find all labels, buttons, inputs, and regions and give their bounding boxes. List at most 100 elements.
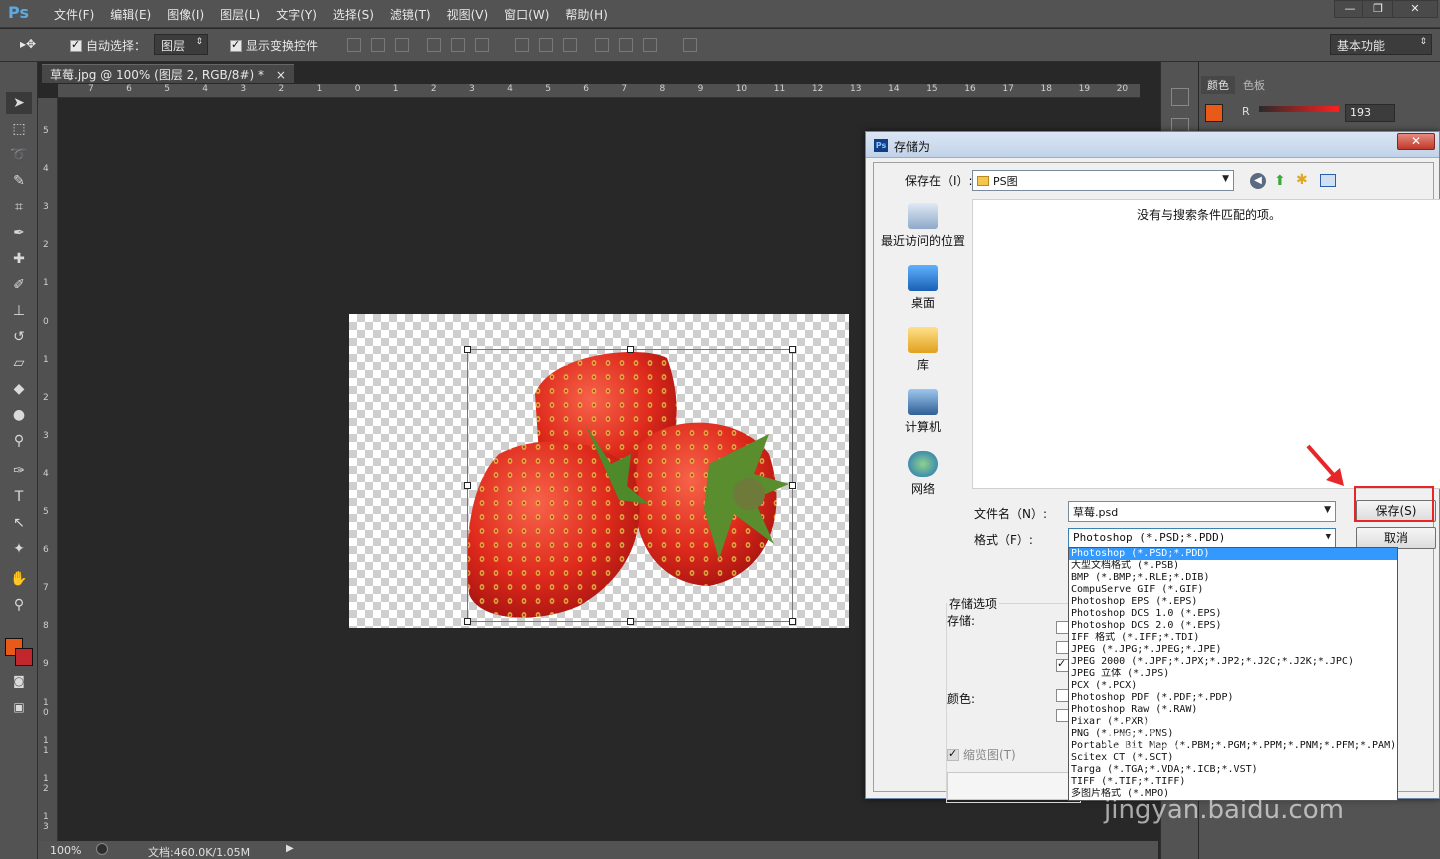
transform-handle[interactable] (464, 482, 471, 489)
custom-shape-tool-icon[interactable]: ✦ (6, 538, 32, 560)
distribute-vcenter-icon[interactable] (539, 38, 553, 52)
format-option[interactable]: Photoshop (*.PSD;*.PDD) (1069, 548, 1397, 560)
paint-bucket-tool-icon[interactable]: ◆ (6, 378, 32, 400)
format-select[interactable]: Photoshop (*.PSD;*.PDD) ▼ (1068, 528, 1336, 549)
menu-item[interactable]: 帮助(H) (557, 6, 615, 23)
align-left-icon[interactable] (427, 38, 441, 52)
path-selection-tool-icon[interactable]: ↖ (6, 512, 32, 534)
pen-tool-icon[interactable]: ✑ (6, 460, 32, 482)
align-vcenter-icon[interactable] (371, 38, 385, 52)
healing-brush-tool-icon[interactable]: ✚ (6, 248, 32, 270)
close-tab-icon[interactable]: × (276, 68, 286, 82)
menu-item[interactable]: 选择(S) (325, 6, 382, 23)
dialog-close-button[interactable]: ✕ (1397, 133, 1435, 150)
transform-handle[interactable] (627, 618, 634, 625)
lasso-tool-icon[interactable]: ➰ (6, 144, 32, 166)
place-recent[interactable]: 最近访问的位置 (874, 203, 972, 249)
panel-foreground-swatch[interactable] (1205, 104, 1223, 122)
cancel-button[interactable]: 取消 (1356, 527, 1436, 549)
dodge-tool-icon[interactable]: ⚲ (6, 430, 32, 452)
new-folder-icon[interactable]: ✱ (1296, 172, 1308, 188)
format-option[interactable]: Photoshop EPS (*.EPS) (1069, 596, 1397, 608)
format-option[interactable]: PCX (*.PCX) (1069, 680, 1397, 692)
distribute-top-icon[interactable] (515, 38, 529, 52)
format-option[interactable]: IFF 格式 (*.IFF;*.TDI) (1069, 632, 1397, 644)
menu-item[interactable]: 视图(V) (439, 6, 497, 23)
place-desktop[interactable]: 桌面 (874, 265, 972, 311)
thumbnail-option[interactable]: 缩览图(T) (947, 746, 1016, 763)
eyedropper-tool-icon[interactable]: ✒ (6, 222, 32, 244)
transform-handle[interactable] (789, 346, 796, 353)
format-option[interactable]: Targa (*.TGA;*.VDA;*.ICB;*.VST) (1069, 764, 1397, 776)
save-in-select[interactable]: PS图 ▼ (972, 170, 1234, 191)
align-top-icon[interactable] (347, 38, 361, 52)
place-computer[interactable]: 计算机 (874, 389, 972, 435)
menu-item[interactable]: 编辑(E) (102, 6, 159, 23)
r-channel-slider[interactable] (1259, 106, 1339, 112)
quick-mask-icon[interactable]: ◙ (6, 670, 32, 692)
auto-select-checkbox[interactable]: 自动选择： (70, 37, 146, 54)
format-option[interactable]: JPEG (*.JPG;*.JPEG;*.JPE) (1069, 644, 1397, 656)
format-option[interactable]: JPEG 2000 (*.JPF;*.JPX;*.JP2;*.J2C;*.J2K… (1069, 656, 1397, 668)
r-channel-value[interactable]: 193 (1345, 104, 1395, 122)
workspace-select[interactable]: 基本功能 ⇕ (1330, 34, 1432, 55)
transform-handle[interactable] (464, 346, 471, 353)
crop-tool-icon[interactable]: ⌗ (6, 196, 32, 218)
file-list[interactable]: 没有与搜索条件匹配的项。 (972, 199, 1440, 489)
transform-handle[interactable] (464, 618, 471, 625)
place-network[interactable]: 网络 (874, 451, 972, 497)
distribute-hcenter-icon[interactable] (619, 38, 633, 52)
menu-item[interactable]: 文件(F) (46, 6, 102, 23)
status-menu-arrow-icon[interactable]: ▶ (286, 843, 294, 854)
close-window-button[interactable]: ✕ (1392, 0, 1438, 18)
distribute-left-icon[interactable] (595, 38, 609, 52)
eraser-tool-icon[interactable]: ▱ (6, 352, 32, 374)
history-brush-tool-icon[interactable]: ↺ (6, 326, 32, 348)
distribute-right-icon[interactable] (643, 38, 657, 52)
view-menu-icon[interactable] (1320, 174, 1336, 187)
filename-input[interactable]: 草莓.psd ▼ (1068, 501, 1336, 522)
move-tool-preset-icon[interactable]: ▸✥ (20, 37, 36, 51)
format-option[interactable]: 大型文档格式 (*.PSB) (1069, 560, 1397, 572)
auto-select-target-select[interactable]: 图层 ⇕ (154, 34, 208, 55)
hand-tool-icon[interactable]: ✋ (6, 568, 32, 590)
format-dropdown-list[interactable]: Photoshop (*.PSD;*.PDD) 大型文档格式 (*.PSB) BMP… (1068, 547, 1398, 801)
menu-item[interactable]: 图层(L) (212, 6, 268, 23)
history-panel-icon[interactable] (1171, 88, 1189, 106)
background-color-swatch[interactable] (15, 648, 33, 666)
place-library[interactable]: 库 (874, 327, 972, 373)
format-option[interactable]: Photoshop DCS 2.0 (*.EPS) (1069, 620, 1397, 632)
brush-tool-icon[interactable]: ✐ (6, 274, 32, 296)
format-option[interactable]: BMP (*.BMP;*.RLE;*.DIB) (1069, 572, 1397, 584)
tab-swatches[interactable]: 色板 (1237, 76, 1271, 94)
screen-mode-icon[interactable]: ▣ (6, 696, 32, 718)
menu-item[interactable]: 图像(I) (159, 6, 212, 23)
align-hcenter-icon[interactable] (451, 38, 465, 52)
transform-bounding-box[interactable] (464, 346, 796, 625)
move-tool-icon[interactable]: ➤ (6, 92, 32, 114)
transform-handle[interactable] (789, 618, 796, 625)
clone-stamp-tool-icon[interactable]: ⊥ (6, 300, 32, 322)
format-option[interactable]: CompuServe GIF (*.GIF) (1069, 584, 1397, 596)
show-transform-checkbox[interactable]: 显示变换控件 (230, 37, 318, 54)
restore-button[interactable]: ❐ (1362, 0, 1394, 18)
marquee-tool-icon[interactable]: ⬚ (6, 118, 32, 140)
document-tab[interactable]: 草莓.jpg @ 100% (图层 2, RGB/8#) * × (42, 64, 294, 83)
format-option[interactable]: Photoshop DCS 1.0 (*.EPS) (1069, 608, 1397, 620)
tab-color[interactable]: 颜色 (1201, 76, 1235, 94)
type-tool-icon[interactable]: T (6, 486, 32, 508)
align-bottom-icon[interactable] (395, 38, 409, 52)
up-folder-icon[interactable]: ⬆ (1274, 173, 1286, 189)
align-right-icon[interactable] (475, 38, 489, 52)
zoom-level[interactable]: 100% (50, 844, 81, 857)
canvas[interactable] (349, 314, 849, 628)
transform-handle[interactable] (789, 482, 796, 489)
transform-handle[interactable] (627, 346, 634, 353)
zoom-tool-icon[interactable]: ⚲ (6, 594, 32, 616)
status-info-icon[interactable] (96, 843, 108, 855)
distribute-bottom-icon[interactable] (563, 38, 577, 52)
back-icon[interactable]: ◀ (1250, 173, 1266, 189)
blur-tool-icon[interactable]: ● (6, 404, 32, 426)
format-option[interactable]: JPEG 立体 (*.JPS) (1069, 668, 1397, 680)
auto-align-icon[interactable] (683, 38, 697, 52)
